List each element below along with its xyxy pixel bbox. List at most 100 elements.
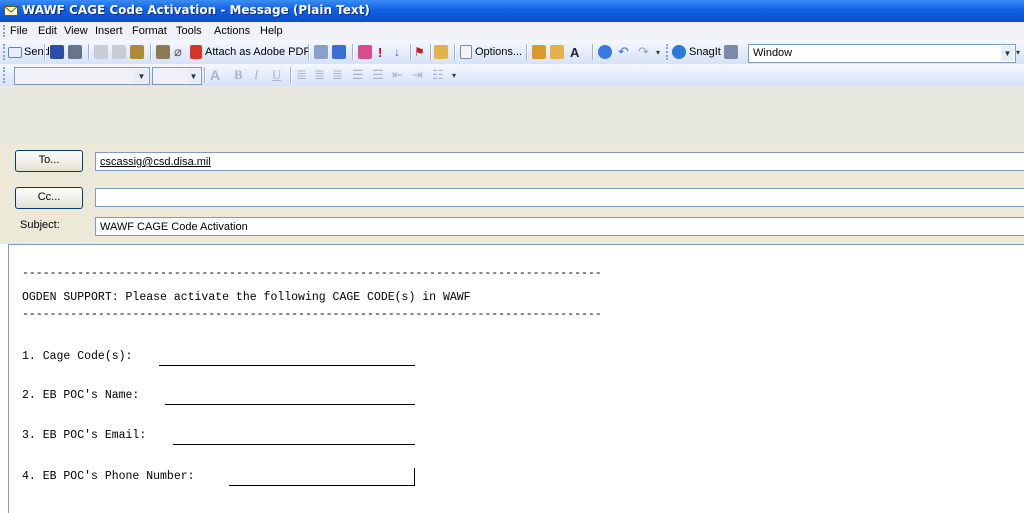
numbering-button[interactable]: ☰	[352, 67, 364, 83]
chevron-down-icon[interactable]: ▼	[1001, 46, 1014, 61]
attach-pdf-label: Attach as Adobe PDF	[205, 46, 311, 58]
options-label: Options...	[475, 46, 523, 58]
help-button[interactable]	[598, 44, 612, 60]
menu-insert[interactable]: Insert	[95, 25, 123, 37]
options-button[interactable]: Options...	[460, 44, 522, 60]
divider-line: ----------------------------------------…	[22, 267, 602, 280]
toolbar-grip[interactable]	[3, 67, 7, 83]
poc-email-blank[interactable]	[173, 444, 415, 445]
follow-up-button[interactable]: ⚑	[414, 44, 425, 60]
menu-actions[interactable]: Actions	[214, 25, 250, 37]
toolbar-overflow[interactable]: ▾	[452, 67, 456, 83]
bold-button[interactable]: B	[234, 67, 243, 83]
menu-tools[interactable]: Tools	[176, 25, 202, 37]
intro-text: OGDEN SUPPORT: Please activate the follo…	[22, 291, 471, 304]
capture-mode-select[interactable]: Window ▼	[748, 44, 1016, 63]
save-button[interactable]	[50, 44, 64, 60]
menu-edit[interactable]: Edit	[38, 25, 57, 37]
cc-field[interactable]	[95, 188, 1024, 207]
separator	[44, 44, 46, 60]
separator	[526, 44, 528, 60]
menu-file[interactable]: File	[10, 25, 28, 37]
menu-view[interactable]: View	[64, 25, 88, 37]
spelling-button[interactable]	[332, 44, 346, 60]
paste-icon	[130, 45, 144, 59]
toolbar-grip[interactable]	[666, 44, 670, 60]
separator	[352, 44, 354, 60]
divider-line: ----------------------------------------…	[22, 308, 602, 321]
importance-high-button[interactable]: !	[378, 44, 382, 60]
forms-button[interactable]	[532, 44, 546, 60]
align-left-button[interactable]: ≣	[296, 67, 307, 83]
copy-button[interactable]	[112, 44, 126, 60]
separator	[308, 44, 310, 60]
help-icon	[598, 45, 612, 59]
to-button[interactable]: To...	[15, 150, 83, 172]
standard-toolbar: Send ⌀ Attach as Adobe PDF ! ↓ ⚑ Options…	[0, 40, 1024, 65]
down-arrow-icon: ↓	[394, 45, 400, 59]
toolbar-overflow[interactable]: ▾	[656, 44, 660, 60]
menu-format[interactable]: Format	[132, 25, 167, 37]
poc-name-blank[interactable]	[165, 404, 415, 405]
decrease-indent-button[interactable]: ⇤	[392, 67, 403, 83]
attach-file-button[interactable]: ⌀	[174, 44, 182, 60]
align-center-icon: ≣	[314, 67, 325, 82]
font-size-button[interactable]: A	[570, 44, 579, 60]
italic-icon: I	[254, 67, 259, 82]
styles-icon: ☷	[432, 67, 444, 82]
toolbar-grip[interactable]	[3, 44, 7, 60]
paste-button[interactable]	[130, 44, 144, 60]
separator	[204, 67, 206, 83]
bullets-button[interactable]: ☰	[372, 67, 384, 83]
address-book-button[interactable]	[156, 44, 170, 60]
align-center-button[interactable]: ≣	[314, 67, 325, 83]
chevron-down-icon[interactable]: ▼	[187, 69, 200, 83]
signature-button[interactable]	[358, 44, 372, 60]
permission-button[interactable]	[434, 44, 448, 60]
spelling-icon	[332, 45, 346, 59]
cut-button[interactable]	[94, 44, 108, 60]
to-recipient[interactable]: cscassig@csd.disa.mil	[100, 156, 211, 168]
poc-email-label: 3. EB POC's Email:	[22, 429, 147, 442]
subject-field[interactable]: WAWF CAGE Code Activation	[95, 217, 1024, 236]
menu-help[interactable]: Help	[260, 25, 283, 37]
check-names-button[interactable]	[314, 44, 328, 60]
grip-handle[interactable]	[3, 25, 7, 37]
window-title: WAWF CAGE Code Activation - Message (Pla…	[22, 3, 370, 17]
chevron-down-icon[interactable]: ▼	[135, 69, 148, 83]
print-button[interactable]	[68, 44, 82, 60]
message-body[interactable]: ----------------------------------------…	[8, 244, 1024, 513]
font-size-select[interactable]: ▼	[152, 67, 202, 85]
importance-low-button[interactable]: ↓	[394, 44, 400, 60]
cage-code-blank[interactable]	[159, 365, 415, 366]
style-select[interactable]: ▼	[14, 67, 150, 85]
italic-button[interactable]: I	[254, 67, 258, 83]
text-cursor	[414, 468, 415, 486]
snagit-edit-button[interactable]	[724, 44, 738, 60]
attach-pdf-button[interactable]: Attach as Adobe PDF	[190, 44, 310, 60]
save-icon	[50, 45, 64, 59]
align-left-icon: ≣	[296, 67, 307, 82]
bold-icon: B	[234, 67, 243, 82]
check-names-icon	[314, 45, 328, 59]
undo-button[interactable]: ↶	[618, 44, 629, 60]
to-field[interactable]: cscassig@csd.disa.mil	[95, 152, 1024, 171]
folder-icon	[550, 45, 564, 59]
toolbar-overflow[interactable]: ▾	[1016, 44, 1020, 60]
underline-button[interactable]: U	[272, 67, 281, 83]
redo-button[interactable]: ↷	[638, 44, 649, 60]
snagit-button[interactable]: SnagIt	[672, 44, 721, 60]
menu-bar: File Edit View Insert Format Tools Actio…	[0, 22, 1024, 40]
separator	[150, 44, 152, 60]
poc-phone-blank[interactable]	[229, 485, 415, 486]
font-color-button[interactable]: A	[210, 67, 220, 83]
align-right-button[interactable]: ≣	[332, 67, 343, 83]
styles-button[interactable]: ☷	[432, 67, 444, 83]
exclamation-icon: !	[378, 44, 383, 60]
cc-button[interactable]: Cc...	[15, 187, 83, 209]
poc-phone-label: 4. EB POC's Phone Number:	[22, 470, 195, 483]
folder-button[interactable]	[550, 44, 564, 60]
increase-indent-button[interactable]: ⇥	[412, 67, 423, 83]
envelope-icon	[4, 6, 18, 16]
outdent-icon: ⇤	[392, 67, 403, 82]
